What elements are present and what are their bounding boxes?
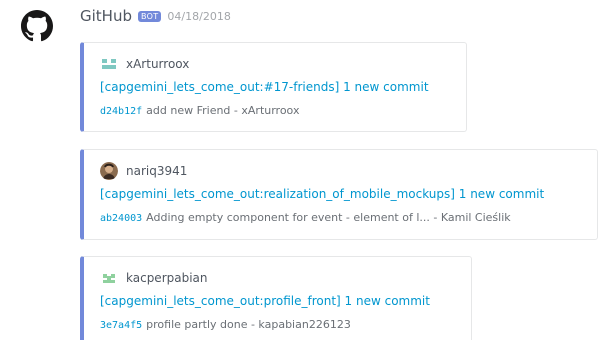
user-photo-avatar (100, 162, 118, 180)
discord-message: GitHub BOT 04/18/2018 xArturroox [capgem… (0, 0, 599, 340)
commit-hash-link[interactable]: 3e7a4f5 (100, 320, 142, 331)
embed-title-link[interactable]: [capgemini_lets_come_out:profile_front] … (100, 294, 430, 308)
embed-author: kacperpabian (100, 269, 208, 287)
identicon-avatar (100, 269, 118, 287)
embed-author-name[interactable]: xArturroox (126, 57, 189, 71)
commit-message: profile partly done - kapabian226123 (146, 318, 351, 331)
commit-line: ab24003 Adding empty component for event … (100, 211, 511, 224)
commit-embed: nariq3941 [capgemini_lets_come_out:reali… (80, 149, 598, 240)
commit-message: add new Friend - xArturroox (146, 104, 300, 117)
commit-hash-link[interactable]: ab24003 (100, 213, 142, 224)
commit-embed: kacperpabian [capgemini_lets_come_out:pr… (80, 256, 472, 340)
github-avatar-icon[interactable] (21, 10, 53, 42)
bot-badge: BOT (137, 10, 162, 22)
embed-title-link[interactable]: [capgemini_lets_come_out:#17-friends] 1 … (100, 80, 429, 94)
embed-title-link[interactable]: [capgemini_lets_come_out:realization_of_… (100, 187, 544, 201)
embed-author-name[interactable]: nariq3941 (126, 164, 187, 178)
commit-embed: xArturroox [capgemini_lets_come_out:#17-… (80, 42, 467, 132)
commit-hash-link[interactable]: d24b12f (100, 106, 142, 117)
embed-author-name[interactable]: kacperpabian (126, 271, 208, 285)
embed-author: xArturroox (100, 55, 189, 73)
commit-line: d24b12f add new Friend - xArturroox (100, 104, 299, 117)
commit-line: 3e7a4f5 profile partly done - kapabian226… (100, 318, 351, 331)
default-avatar-icon (100, 55, 118, 73)
message-header: GitHub BOT 04/18/2018 (80, 7, 231, 25)
message-timestamp: 04/18/2018 (167, 9, 231, 23)
embed-author: nariq3941 (100, 162, 187, 180)
message-author[interactable]: GitHub (80, 7, 132, 25)
commit-message: Adding empty component for event - eleme… (146, 211, 511, 224)
